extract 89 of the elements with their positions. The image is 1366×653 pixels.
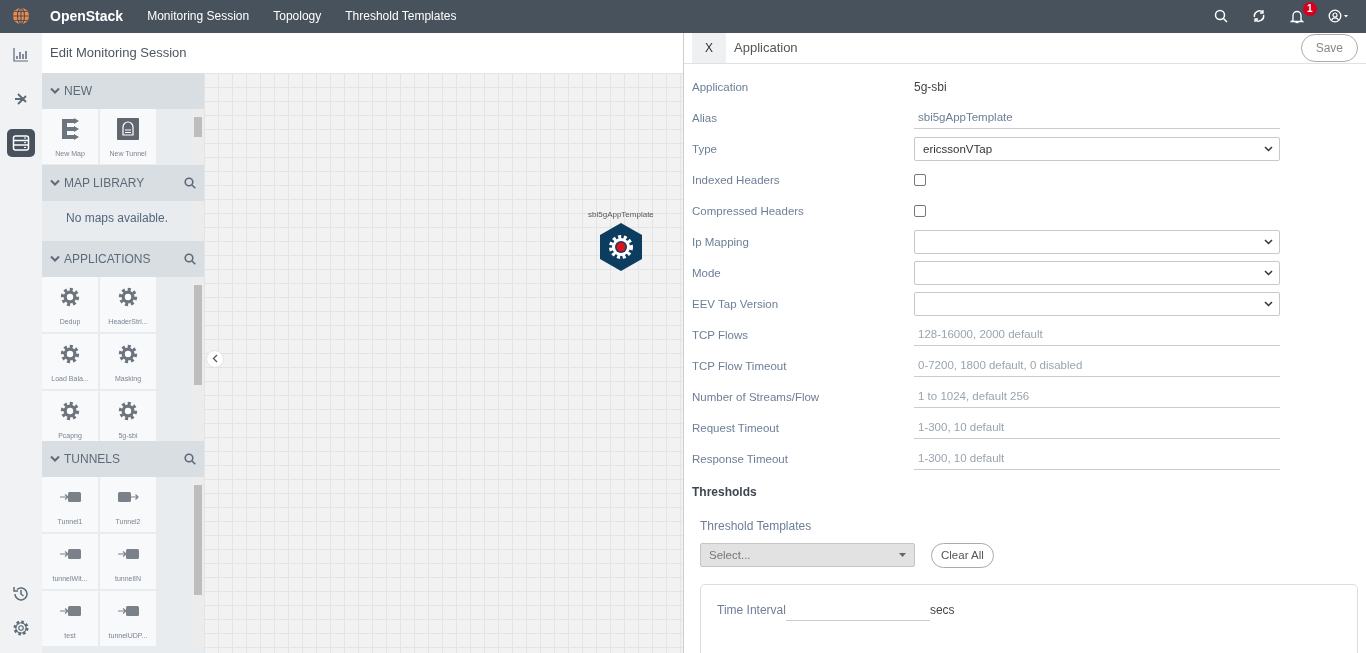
tunnel-icon xyxy=(117,117,139,140)
gear-icon xyxy=(117,399,139,422)
empty-message: No maps available. xyxy=(65,210,169,225)
section-title: NEW xyxy=(64,82,92,100)
checkbox[interactable] xyxy=(914,205,926,218)
field-label: Threshold Templates xyxy=(700,517,813,535)
scrollbar-thumb[interactable] xyxy=(194,116,202,137)
gear-icon xyxy=(117,342,139,365)
text-field[interactable]: 0-7200, 1800 default, 0 disabled xyxy=(914,355,1280,378)
chevron-down-icon xyxy=(50,254,60,263)
gear-icon xyxy=(117,285,139,308)
chevron-down-icon xyxy=(1264,301,1273,308)
text-field[interactable]: 1 to 1024, default 256 xyxy=(914,386,1280,409)
search-icon[interactable] xyxy=(184,176,196,189)
text-field[interactable]: 1-300, 10 default xyxy=(914,417,1280,440)
field-value: 5g-sbi xyxy=(914,80,947,95)
nav-link[interactable]: Threshold Templates xyxy=(345,7,457,26)
search-icon[interactable] xyxy=(184,252,196,265)
user-icon[interactable] xyxy=(1328,9,1350,24)
page-title: Edit Monitoring Session xyxy=(50,43,187,62)
section-title: APPLICATIONS xyxy=(64,250,151,268)
section-header[interactable]: MAP LIBRARY xyxy=(42,164,204,201)
clear-all-button[interactable]: Clear All xyxy=(931,542,994,568)
globe-icon[interactable] xyxy=(12,7,30,26)
section-header[interactable]: APPLICATIONS xyxy=(42,240,204,277)
scrollbar-thumb[interactable] xyxy=(194,284,202,385)
field-label: Compressed Headers xyxy=(692,203,805,219)
field-label: Time Interval xyxy=(717,601,786,619)
chevron-left-icon xyxy=(212,354,218,364)
refresh-icon[interactable] xyxy=(1252,9,1266,24)
nav-link[interactable]: Monitoring Session xyxy=(147,7,250,26)
gear-icon xyxy=(59,399,81,422)
field-label: Application xyxy=(692,79,750,95)
brand-logo[interactable]: OpenStack xyxy=(50,5,124,27)
tunnel-icon xyxy=(117,490,139,503)
node-label: sbi5gAppTemplate xyxy=(588,208,654,221)
nav-link[interactable]: Topology xyxy=(273,7,322,26)
close-button[interactable]: X xyxy=(692,32,726,63)
save-button[interactable]: Save xyxy=(1300,33,1358,62)
gear-icon xyxy=(59,342,81,365)
unit-label: secs xyxy=(929,601,955,619)
chevron-down-icon xyxy=(1264,146,1273,153)
field-label: Ip Mapping xyxy=(692,234,750,250)
search-icon[interactable] xyxy=(184,452,196,465)
scrollbar-thumb[interactable] xyxy=(194,484,202,595)
chevron-down-icon xyxy=(1264,270,1273,277)
field-label: Mode xyxy=(692,265,722,281)
field-label: Request Timeout xyxy=(692,420,780,436)
section-title: MAP LIBRARY xyxy=(64,174,145,192)
section-title: TUNNELS xyxy=(64,450,120,468)
field-label: TCP Flow Timeout xyxy=(692,358,788,374)
list-icon xyxy=(12,133,30,152)
checkbox[interactable] xyxy=(914,174,926,187)
tunnel-icon xyxy=(59,490,81,503)
settings-icon[interactable] xyxy=(12,619,30,637)
history-icon[interactable] xyxy=(12,585,30,603)
template-select[interactable]: Select... xyxy=(700,543,915,568)
application-node[interactable] xyxy=(597,220,644,271)
notification-badge: 1 xyxy=(1303,1,1317,16)
rail-tab[interactable] xyxy=(7,128,35,157)
section-header[interactable]: NEW xyxy=(42,72,204,109)
bell-icon[interactable] xyxy=(1290,8,1304,24)
chevron-down-icon xyxy=(50,454,60,463)
chevron-down-icon xyxy=(50,86,60,95)
field-label: Number of Streams/Flow xyxy=(692,389,821,405)
section-header[interactable]: TUNNELS xyxy=(42,440,204,477)
section-title: Thresholds xyxy=(692,483,758,501)
dropdown[interactable]: ericssonVTap xyxy=(914,137,1280,162)
panel-title: Application xyxy=(734,38,798,57)
field-label: Response Timeout xyxy=(692,451,789,467)
field-label: Alias xyxy=(692,110,718,126)
gear-icon xyxy=(59,285,81,308)
tunnel-icon xyxy=(59,547,81,560)
tunnel-icon xyxy=(117,547,139,560)
field-label: Type xyxy=(692,141,718,157)
search-icon[interactable] xyxy=(1214,9,1228,24)
caret-icon xyxy=(899,553,906,558)
field-label: Indexed Headers xyxy=(692,172,781,188)
text-field[interactable]: sbi5gAppTemplate xyxy=(914,107,1280,130)
text-field[interactable]: 128-16000, 2000 default xyxy=(914,324,1280,347)
tunnel-icon xyxy=(59,604,81,617)
bar-chart-icon xyxy=(12,45,30,64)
tunnel-icon xyxy=(117,604,139,617)
field-label: TCP Flows xyxy=(692,327,750,343)
chevron-down-icon xyxy=(50,178,60,187)
chevron-down-icon xyxy=(1264,239,1273,246)
text-field[interactable]: 1-300, 10 default xyxy=(914,448,1280,471)
map-icon xyxy=(59,116,81,141)
field-label: EEV Tap Version xyxy=(692,296,780,312)
